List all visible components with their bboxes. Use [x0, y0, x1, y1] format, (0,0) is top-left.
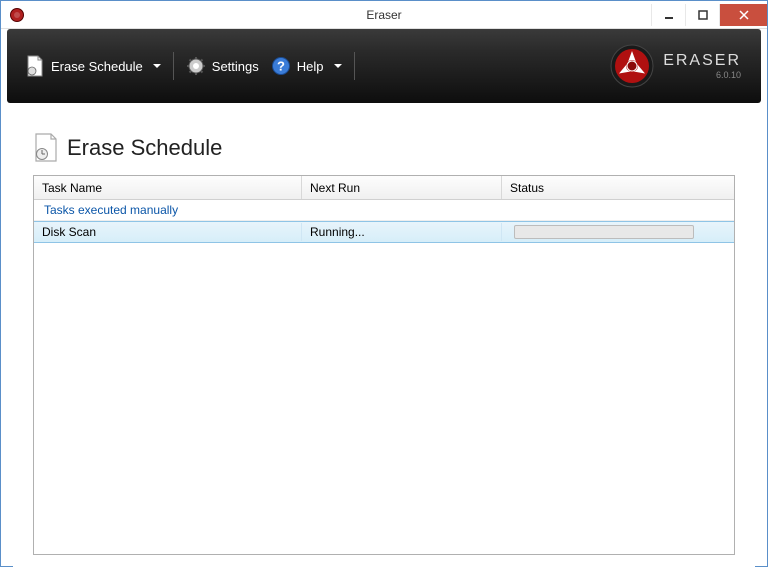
help-menu[interactable]: ? Help: [265, 52, 348, 80]
separator: [354, 52, 355, 80]
close-button[interactable]: [719, 4, 767, 26]
chevron-down-icon: [334, 64, 342, 68]
brand-version: 6.0.10: [663, 70, 741, 80]
column-status[interactable]: Status: [502, 176, 734, 199]
toolbar: Erase Schedule Settings ? H: [7, 29, 761, 103]
maximize-button[interactable]: [685, 4, 719, 26]
erase-schedule-menu[interactable]: Erase Schedule: [19, 51, 167, 81]
gear-icon: [186, 56, 206, 76]
brand: ERASER 6.0.10: [609, 43, 749, 89]
separator: [173, 52, 174, 80]
help-label: Help: [297, 59, 324, 74]
brand-logo-icon: [609, 43, 655, 89]
group-row[interactable]: Tasks executed manually: [34, 200, 734, 221]
chevron-down-icon: [153, 64, 161, 68]
window-title: Eraser: [366, 8, 401, 22]
column-task-name[interactable]: Task Name: [34, 176, 302, 199]
progress-bar: [514, 225, 694, 239]
page-header: Erase Schedule: [33, 133, 735, 163]
titlebar: Eraser: [1, 1, 767, 29]
content-area: Erase Schedule Task Name Next Run Status…: [13, 115, 755, 573]
cell-task-name: Disk Scan: [34, 223, 302, 241]
page-title: Erase Schedule: [67, 135, 222, 161]
window-controls: [651, 4, 767, 26]
cell-next-run: Running...: [302, 223, 502, 241]
minimize-button[interactable]: [651, 4, 685, 26]
app-icon: [9, 7, 25, 23]
help-icon: ?: [271, 56, 291, 76]
erase-schedule-label: Erase Schedule: [51, 59, 143, 74]
settings-label: Settings: [212, 59, 259, 74]
settings-menu[interactable]: Settings: [180, 52, 265, 80]
document-icon: [25, 55, 45, 77]
svg-text:?: ?: [277, 59, 285, 74]
column-next-run[interactable]: Next Run: [302, 176, 502, 199]
table-row[interactable]: Disk Scan Running...: [34, 221, 734, 243]
brand-name: ERASER: [663, 52, 741, 70]
schedule-table: Task Name Next Run Status Tasks executed…: [33, 175, 735, 555]
table-header: Task Name Next Run Status: [34, 176, 734, 200]
cell-status: [502, 223, 734, 241]
schedule-document-icon: [33, 133, 59, 163]
